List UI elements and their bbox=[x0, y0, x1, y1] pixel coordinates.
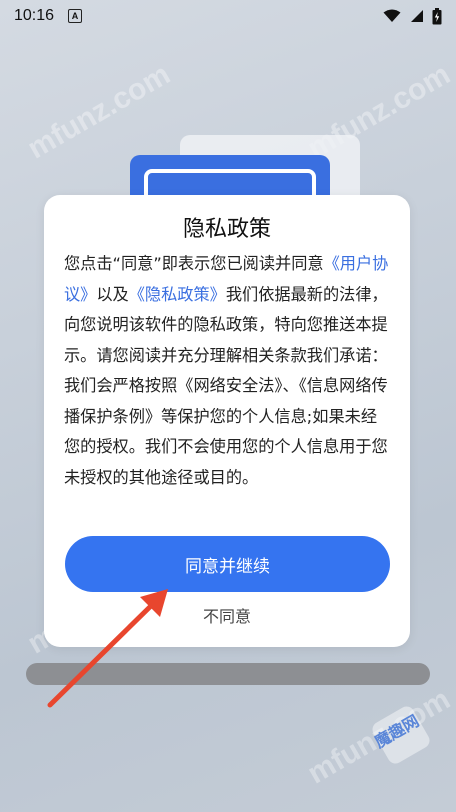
battery-charging-icon bbox=[432, 7, 442, 24]
status-icons bbox=[383, 7, 442, 25]
signal-icon bbox=[411, 10, 423, 22]
body-text-commitment: 我们会严格按照《网络安全法》、《信息网络传播保护条例》等保护您的个人信息;如果未… bbox=[64, 376, 388, 487]
privacy-policy-dialog: 隐私政策 您点击“同意”即表示您已阅读并同意《用户协议》以及《隐私政策》我们依据… bbox=[44, 195, 410, 647]
body-text-intro: 您点击“同意”即表示您已阅读并同意 bbox=[64, 254, 324, 273]
privacy-policy-link[interactable]: 《隐私政策》 bbox=[129, 285, 226, 304]
background-progress-bar bbox=[26, 663, 430, 685]
notification-a-icon: A bbox=[68, 9, 83, 23]
wifi-icon bbox=[383, 9, 401, 22]
agree-and-continue-button[interactable]: 同意并继续 bbox=[65, 536, 390, 592]
dialog-title: 隐私政策 bbox=[182, 217, 271, 242]
status-time: 10:16 bbox=[14, 7, 55, 24]
dialog-body: 您点击“同意”即表示您已阅读并同意《用户协议》以及《隐私政策》我们依据最新的法律… bbox=[64, 249, 390, 493]
body-text-and: 以及 bbox=[96, 284, 129, 304]
disagree-button[interactable]: 不同意 bbox=[44, 603, 410, 627]
status-bar: 10:16 A bbox=[0, 0, 456, 32]
